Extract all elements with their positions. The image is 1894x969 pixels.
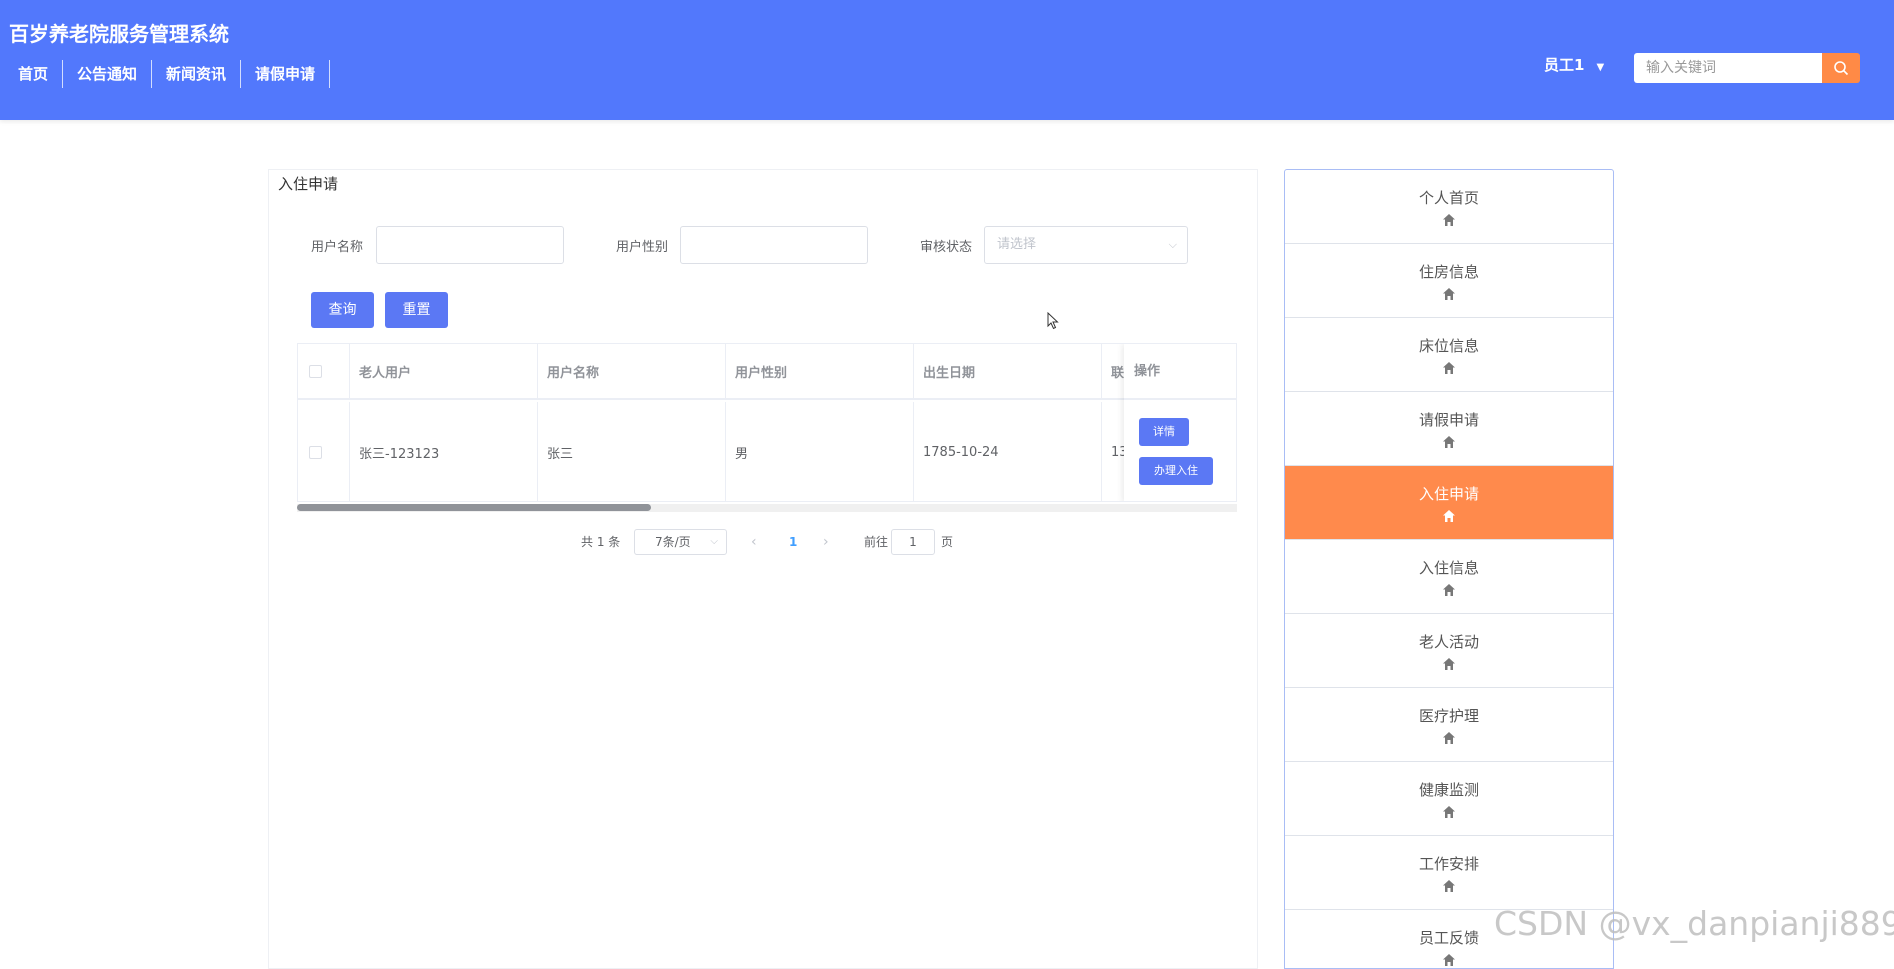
home-icon: [1443, 806, 1455, 818]
data-table: 老人用户 用户名称 用户性别 出生日期 联 张三-123123 张三 男 178…: [297, 343, 1237, 502]
status-filter-placeholder: 请选择: [997, 237, 1037, 252]
watermark-text: CSDN @vx_danpianji889: [1494, 904, 1894, 943]
home-icon: [1443, 658, 1455, 670]
sidebar-item-label: 住房信息: [1418, 263, 1479, 281]
page-size-select[interactable]: 7条/页 ⌵: [634, 529, 727, 555]
select-all-cell: [298, 344, 350, 398]
process-checkin-button[interactable]: 办理入住: [1139, 457, 1213, 485]
nav-item-news[interactable]: 新闻资讯: [152, 60, 242, 88]
sidebar-item-label: 工作安排: [1418, 855, 1479, 873]
sidebar-item-medical-care[interactable]: 医疗护理: [1285, 688, 1613, 762]
main-nav: 首页 公告通知 新闻资讯 请假申请: [4, 60, 331, 88]
user-menu[interactable]: 员工1 ▼: [1544, 54, 1604, 75]
site-title: 百岁养老院服务管理系统: [9, 22, 229, 46]
mouse-cursor-icon: [1047, 312, 1059, 330]
cell-gender: 男: [726, 402, 914, 501]
reset-button[interactable]: 重置: [385, 292, 448, 328]
sidebar-item-personal-home[interactable]: 个人首页: [1285, 170, 1613, 244]
next-page-icon[interactable]: ›: [823, 529, 829, 555]
status-filter-label: 审核状态: [920, 240, 973, 255]
sidebar-item-checkin-application[interactable]: 入住申请: [1285, 466, 1613, 540]
prev-page-icon[interactable]: ‹: [751, 529, 757, 555]
query-button[interactable]: 查询: [311, 292, 374, 328]
search-input[interactable]: [1634, 53, 1822, 83]
detail-button[interactable]: 详情: [1139, 418, 1189, 446]
cell-username: 张三: [538, 402, 726, 501]
nav-item-leave[interactable]: 请假申请: [241, 60, 331, 88]
nav-item-notices[interactable]: 公告通知: [63, 60, 153, 88]
column-header-actions: 操作: [1124, 344, 1236, 400]
sidebar-item-housing-info[interactable]: 住房信息: [1285, 244, 1613, 318]
home-icon: [1443, 436, 1455, 448]
status-filter-select[interactable]: 请选择 ⌵: [984, 226, 1188, 264]
column-header-birth-date[interactable]: 出生日期: [914, 344, 1102, 398]
actions-column: 操作 详情 办理入住: [1124, 344, 1236, 501]
sidebar-item-label: 医疗护理: [1418, 707, 1479, 725]
sidebar-item-bed-info[interactable]: 床位信息: [1285, 318, 1613, 392]
table-horizontal-scrollbar[interactable]: [297, 504, 651, 511]
sidebar-item-label: 健康监测: [1418, 781, 1479, 799]
sidebar-item-work-schedule[interactable]: 工作安排: [1285, 836, 1613, 910]
home-icon: [1443, 510, 1455, 522]
sidebar-item-label: 个人首页: [1418, 189, 1479, 207]
sidebar-item-leave-application[interactable]: 请假申请: [1285, 392, 1613, 466]
top-header-bar: 百岁养老院服务管理系统 首页 公告通知 新闻资讯 请假申请 员工1 ▼: [0, 0, 1894, 120]
chevron-down-icon: ▼: [1596, 62, 1605, 73]
sidebar-item-label: 入住申请: [1418, 485, 1479, 503]
row-select-cell: [298, 402, 350, 501]
sidebar-item-label: 老人活动: [1418, 633, 1479, 651]
column-header-gender[interactable]: 用户性别: [726, 344, 914, 398]
page-size-value: 7条/页: [655, 535, 691, 549]
gender-filter-input[interactable]: [680, 226, 868, 264]
page-number-current[interactable]: 1: [789, 529, 797, 555]
sidebar-item-label: 床位信息: [1418, 337, 1479, 355]
home-icon: [1443, 362, 1455, 374]
row-checkbox[interactable]: [309, 446, 322, 459]
search-icon: [1834, 61, 1849, 76]
chevron-down-icon: ⌵: [1168, 238, 1177, 251]
nav-item-home[interactable]: 首页: [4, 60, 64, 88]
user-name: 员工1: [1544, 56, 1585, 74]
checkin-application-panel: 入住申请 用户名称 用户性别 审核状态 请选择 ⌵ 查询 重置 老人用户 用户名…: [268, 169, 1258, 969]
cell-birth-date: 1785-10-24: [914, 402, 1102, 501]
sidebar-item-checkin-info[interactable]: 入住信息: [1285, 540, 1613, 614]
sidebar-item-label: 请假申请: [1418, 411, 1479, 429]
home-icon: [1443, 288, 1455, 300]
table-row: 张三-123123 张三 男 1785-10-24 13: [298, 402, 1236, 501]
select-all-checkbox[interactable]: [309, 364, 322, 378]
search-button[interactable]: [1822, 53, 1860, 83]
chevron-down-icon: ⌵: [710, 536, 718, 547]
sidebar-menu: 个人首页住房信息床位信息请假申请入住申请入住信息老人活动医疗护理健康监测工作安排…: [1284, 169, 1614, 969]
username-filter-input[interactable]: [376, 226, 564, 264]
home-icon: [1443, 584, 1455, 596]
table-header-row: 老人用户 用户名称 用户性别 出生日期 联: [298, 344, 1236, 400]
home-icon: [1443, 954, 1455, 966]
panel-title: 入住申请: [278, 175, 339, 193]
goto-label: 前往: [864, 535, 889, 549]
home-icon: [1443, 880, 1455, 892]
pagination-total: 共 1 条: [581, 535, 621, 549]
home-icon: [1443, 214, 1455, 226]
goto-page-input[interactable]: [891, 529, 935, 555]
page-unit-label: 页: [941, 535, 954, 549]
gender-filter-label: 用户性别: [616, 240, 669, 255]
sidebar-item-label: 入住信息: [1418, 559, 1479, 577]
cell-elder-user: 张三-123123: [350, 402, 538, 501]
sidebar-item-elder-activities[interactable]: 老人活动: [1285, 614, 1613, 688]
username-filter-label: 用户名称: [311, 240, 364, 255]
column-header-elder-user[interactable]: 老人用户: [350, 344, 538, 398]
sidebar-item-health-monitoring[interactable]: 健康监测: [1285, 762, 1613, 836]
column-header-username[interactable]: 用户名称: [538, 344, 726, 398]
home-icon: [1443, 732, 1455, 744]
